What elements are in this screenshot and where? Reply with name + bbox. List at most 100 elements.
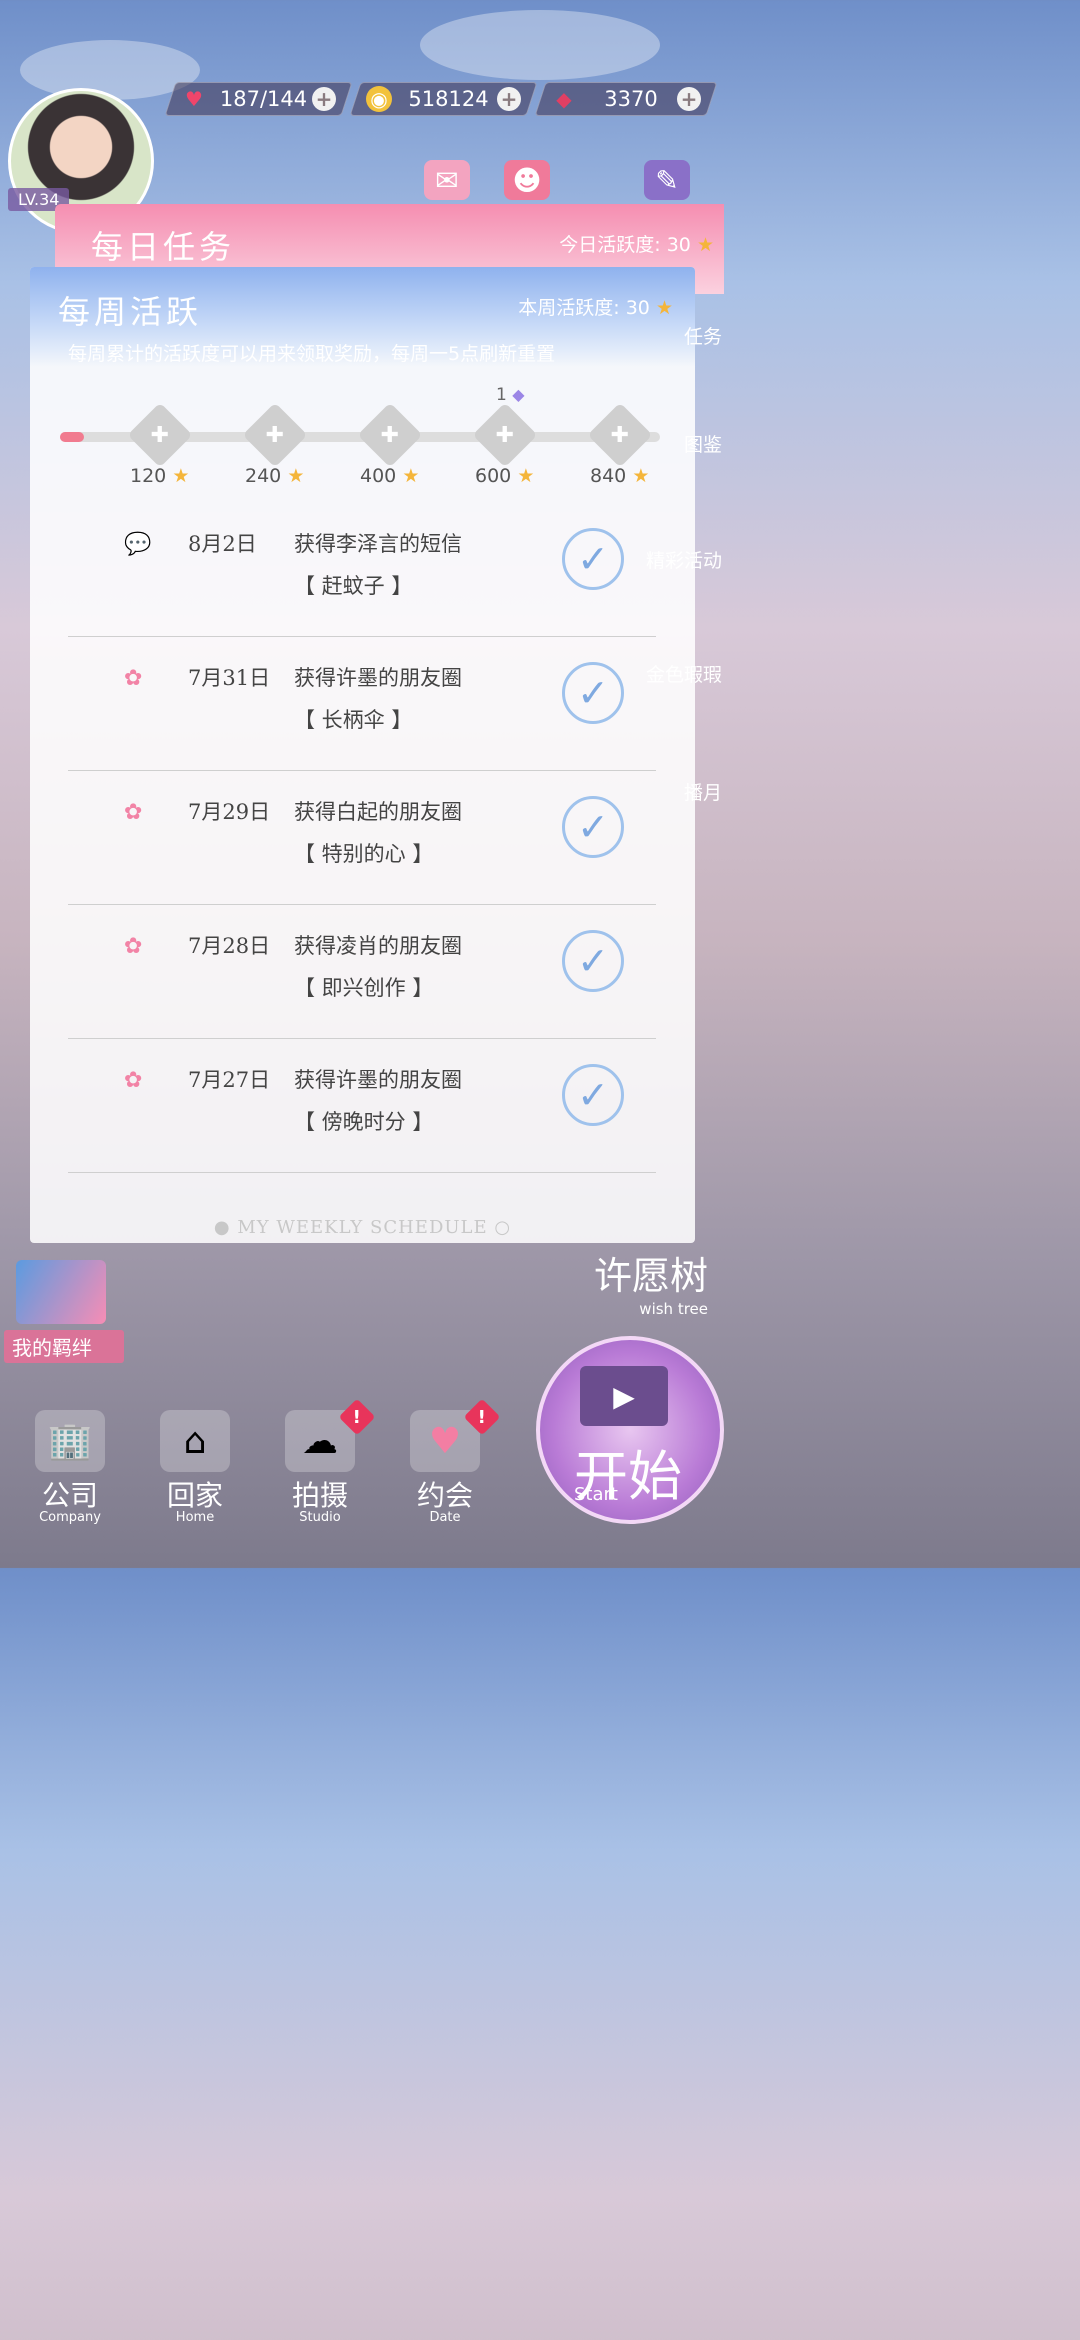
message-bubble-icon: 💬	[124, 532, 152, 557]
star-icon: ★	[632, 465, 650, 487]
log-row: ✿ 7月27日 获得许墨的朋友圈【 傍晚时分 】 ✓	[68, 1038, 656, 1173]
diamond-counter: ◆ 3370 +	[534, 82, 718, 116]
nav-date[interactable]: ♥ ! 约会 Date	[395, 1398, 501, 1525]
gift-icon: ✚	[495, 422, 515, 448]
check-icon: ✓	[562, 662, 624, 724]
start-sublabel: Start	[574, 1484, 618, 1505]
star-icon: ★	[696, 234, 714, 256]
wish-tree-label: 许愿树	[593, 1254, 708, 1298]
nav-studio-label: 拍摄	[291, 1479, 348, 1512]
clapperboard-icon: ▶	[580, 1366, 668, 1426]
side-entry-events[interactable]: 精彩活动	[646, 546, 722, 573]
nav-studio-sublabel: Studio	[299, 1510, 341, 1525]
weekly-footer: ● MY WEEKLY SCHEDULE ○	[213, 1217, 512, 1238]
log-row: ✿ 7月28日 获得凌肖的朋友圈【 即兴创作 】 ✓	[68, 904, 656, 1039]
milestone-gift[interactable]: ✚	[357, 402, 423, 468]
add-stamina-button[interactable]: +	[312, 87, 336, 111]
nav-home-label: 回家	[166, 1479, 223, 1512]
nav-date-label: 约会	[416, 1479, 473, 1512]
cloud-deco	[420, 10, 660, 80]
gift-icon: ✚	[150, 422, 170, 448]
milestone-gift[interactable]: ✚	[242, 402, 308, 468]
milestone-gift[interactable]: ✚	[127, 402, 193, 468]
weekly-activity-panel: 每周活跃 本周活跃度: 30 ★ 每周累计的活跃度可以用来领取奖励，每周一5点刷…	[30, 267, 695, 1243]
sakura-icon: ✿	[124, 800, 143, 825]
check-icon: ✓	[562, 1064, 624, 1126]
weekly-header: 每周活跃 本周活跃度: 30 ★ 每周累计的活跃度可以用来领取奖励，每周一5点刷…	[30, 267, 695, 367]
journal-icon[interactable]: ✎	[644, 160, 690, 200]
coin-value: 518124	[408, 87, 489, 111]
nav-company-label: 公司	[41, 1479, 98, 1512]
reward-preview: 1 ◆	[496, 385, 525, 405]
side-entry-tasks[interactable]: 任务	[684, 322, 722, 349]
nav-company[interactable]: 🏢 公司 Company	[20, 1410, 120, 1525]
log-date: 8月2日	[188, 532, 257, 556]
progress-fill	[60, 432, 84, 442]
add-coins-button[interactable]: +	[497, 87, 521, 111]
nav-home[interactable]: ⌂ 回家 Home	[145, 1410, 245, 1525]
wish-tree-sublabel: wish tree	[639, 1300, 708, 1318]
log-date: 7月29日	[188, 800, 271, 824]
log-subtitle: 【 傍晚时分 】	[294, 1110, 434, 1134]
log-text: 获得许墨的朋友圈	[294, 1068, 462, 1092]
weekly-description: 每周累计的活跃度可以用来领取奖励，每周一5点刷新重置	[68, 343, 556, 365]
nav-studio[interactable]: ☁ ! 拍摄 Studio	[270, 1398, 376, 1525]
log-text: 获得凌肖的朋友圈	[294, 934, 462, 958]
start-button[interactable]: ▶ 开始 Start	[536, 1336, 724, 1524]
log-date: 7月28日	[188, 934, 271, 958]
diamond-value: 3370	[604, 87, 658, 111]
friends-icon[interactable]: ☻	[504, 160, 550, 200]
log-text: 获得许墨的朋友圈	[294, 666, 462, 690]
check-icon: ✓	[562, 796, 624, 858]
milestone-gift[interactable]: ✚	[472, 402, 538, 468]
gift-icon: ✚	[380, 422, 400, 448]
sakura-icon: ✿	[124, 666, 143, 691]
resource-bar: ♥ 187/144 + ◉ 518124 + ◆ 3370 +	[160, 82, 720, 116]
sakura-icon: ✿	[124, 1068, 143, 1093]
daily-score: 今日活跃度: 30 ★	[559, 234, 714, 256]
sakura-icon: ✿	[124, 934, 143, 959]
company-building-icon: 🏢	[35, 1410, 105, 1472]
milestone-label: 840 ★	[590, 465, 650, 487]
log-date: 7月27日	[188, 1068, 271, 1092]
star-icon: ★	[402, 465, 420, 487]
log-subtitle: 【 赶蚊子 】	[294, 574, 413, 598]
milestone-label: 400 ★	[360, 465, 420, 487]
add-diamonds-button[interactable]: +	[677, 87, 701, 111]
my-bond-button[interactable]: 我的羁绊	[4, 1260, 124, 1363]
diamond-icon: ◆	[556, 87, 572, 111]
wish-tree-button[interactable]: 许愿树 wish tree	[594, 1245, 708, 1318]
star-icon: ★	[517, 465, 535, 487]
side-entry-collection[interactable]: 图鉴	[684, 430, 722, 457]
star-icon: ★	[655, 297, 673, 319]
side-entry-golden[interactable]: 金色瑕瑕	[646, 660, 722, 687]
check-icon: ✓	[562, 528, 624, 590]
side-entry-broadcast[interactable]: 播月	[684, 778, 722, 805]
log-date: 7月31日	[188, 666, 271, 690]
milestone-gift[interactable]: ✚	[587, 402, 653, 468]
gem-icon: ◆	[512, 385, 525, 404]
log-row: ✿ 7月29日 获得白起的朋友圈【 特别的心 】 ✓	[68, 770, 656, 905]
nav-date-sublabel: Date	[429, 1510, 461, 1525]
bottom-nav: 🏢 公司 Company ⌂ 回家 Home ☁ ! 拍摄 Studio ♥ !…	[20, 1398, 520, 1525]
gift-icon: ✚	[265, 422, 285, 448]
milestone-label: 120 ★	[130, 465, 190, 487]
log-text: 获得白起的朋友圈	[294, 800, 462, 824]
log-row: ✿ 7月31日 获得许墨的朋友圈【 长柄伞 】 ✓	[68, 636, 656, 771]
star-icon: ★	[172, 465, 190, 487]
weekly-score: 本周活跃度: 30 ★	[518, 297, 673, 319]
heart-icon: ♥	[185, 87, 203, 111]
top-shortcuts: ✉ ☻ ✎	[424, 160, 690, 200]
mail-icon[interactable]: ✉	[424, 160, 470, 200]
daily-title: 每日任务	[91, 228, 236, 266]
log-subtitle: 【 即兴创作 】	[294, 976, 434, 1000]
bond-cards-icon	[16, 1260, 106, 1324]
milestone-label: 240 ★	[245, 465, 305, 487]
log-subtitle: 【 特别的心 】	[294, 842, 434, 866]
milestone-label: 600 ★	[475, 465, 535, 487]
home-icon: ⌂	[160, 1410, 230, 1472]
star-icon: ★	[287, 465, 305, 487]
gift-icon: ✚	[610, 422, 630, 448]
coin-counter: ◉ 518124 +	[349, 82, 538, 116]
check-icon: ✓	[562, 930, 624, 992]
